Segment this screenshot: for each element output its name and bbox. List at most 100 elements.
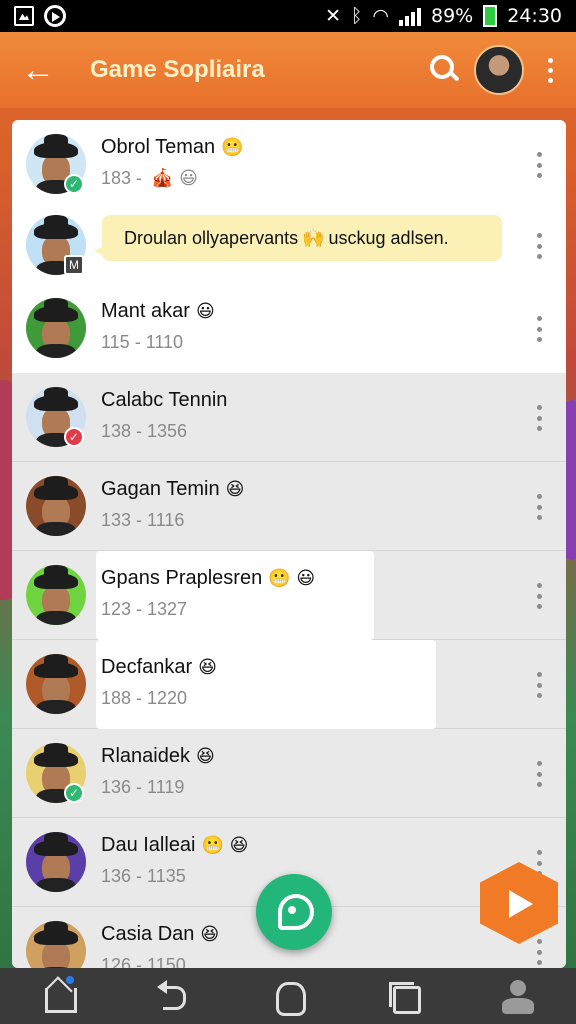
- chat-name-text: Dau Ialleai: [101, 834, 196, 856]
- check-badge-icon: ✓: [64, 427, 84, 447]
- chat-subtitle-text: 133 - 1116: [101, 510, 185, 530]
- avatar[interactable]: [26, 565, 86, 625]
- row-more-icon[interactable]: [534, 581, 544, 611]
- chat-subtitle: 126 - 1150: [101, 955, 186, 968]
- bluetooth-icon: ᛒ: [351, 5, 363, 27]
- chat-name-emoji: 😆: [200, 924, 220, 945]
- recents-icon[interactable]: [381, 974, 425, 1018]
- status-bar: ✕ ᛒ ◠ 89% 24:30: [0, 0, 576, 32]
- search-icon[interactable]: [424, 50, 464, 90]
- app-bar: ← Game Sopliaira: [0, 32, 576, 108]
- home-circle-icon[interactable]: [266, 974, 310, 1018]
- chat-subtitle: 138 - 1356: [101, 421, 187, 442]
- battery-percent: 89%: [431, 5, 474, 27]
- back-arrow-icon[interactable]: ←: [16, 48, 60, 92]
- back-icon[interactable]: [151, 974, 195, 1018]
- chat-list: ✓ Obrol Teman 😬 183 - 🎪 😃 M Droulan ollyaperv…: [12, 120, 566, 968]
- chat-name-emoji: 😬 😆: [201, 835, 249, 856]
- row-more-icon[interactable]: [534, 759, 544, 789]
- chat-row[interactable]: Mant akar 😃 115 - 1110: [12, 284, 566, 373]
- chat-subtitle-text: 126 - 1150: [101, 955, 186, 968]
- chat-name: Mant akar 😃: [101, 300, 215, 323]
- clock: 24:30: [507, 5, 562, 27]
- avatar[interactable]: [26, 654, 86, 714]
- bubble-text-tail: usckug adlsen.: [328, 227, 449, 248]
- row-more-icon[interactable]: [534, 403, 544, 433]
- notification-dot: [65, 976, 74, 984]
- chat-subtitle: 133 - 1116: [101, 510, 184, 531]
- chat-subtitle-text: 136 - 1135: [101, 866, 186, 886]
- chat-name-text: Calabc Tennin: [101, 389, 228, 411]
- row-more-icon[interactable]: [534, 937, 544, 967]
- chat-subtitle: 123 - 1327: [101, 599, 187, 620]
- row-highlight: [96, 551, 374, 640]
- row-more-icon[interactable]: [534, 150, 544, 180]
- chat-name-text: Gagan Temin: [101, 478, 220, 500]
- chat-name-emoji: 😬 😃: [268, 568, 316, 589]
- chat-name-emoji: 😆: [225, 479, 245, 500]
- chat-subtitle-text: 115 - 1110: [101, 332, 184, 352]
- profile-icon[interactable]: [496, 974, 540, 1018]
- more-vertical-icon[interactable]: [540, 50, 560, 90]
- row-more-icon[interactable]: [534, 314, 544, 344]
- chat-name-text: Obrol Teman: [101, 136, 216, 158]
- chat-name: Gagan Temin 😆: [101, 478, 244, 501]
- chat-subtitle-text: 136 - 1119: [101, 777, 185, 797]
- tag-badge-icon: M: [64, 255, 84, 275]
- chat-name: Casia Dan 😆: [101, 923, 219, 946]
- row-more-icon[interactable]: [534, 231, 544, 261]
- chat-row[interactable]: M Droulan ollyapervants 🙌 usckug adlsen.: [12, 201, 566, 290]
- chat-subtitle-text: 188 - 1220: [101, 688, 188, 708]
- chat-name: Dau Ialleai 😬 😆: [101, 834, 248, 857]
- chat-row[interactable]: Gagan Temin 😆 133 - 1116: [12, 462, 566, 551]
- chat-name-text: Gpans Praplesren: [101, 567, 263, 589]
- chat-subtitle: 136 - 1119: [101, 777, 184, 798]
- chat-name-text: Mant akar: [101, 300, 190, 322]
- chat-name-emoji: 😆: [198, 657, 217, 678]
- chat-name-text: Rlanaidek: [101, 745, 190, 767]
- chat-row[interactable]: ✓ Rlanaidek 😆 136 - 1119: [12, 729, 566, 818]
- system-nav-bar: [0, 968, 576, 1024]
- chat-name-emoji: 😃: [195, 301, 215, 322]
- chat-name-text: Decfankar: [101, 656, 193, 678]
- avatar[interactable]: [26, 921, 86, 968]
- bubble-emoji: 🙌: [302, 227, 325, 249]
- chat-subtitle: 136 - 1135: [101, 866, 186, 887]
- chat-subtitle: 183 - 🎪 😃: [101, 168, 198, 189]
- chat-subtitle: 188 - 1220: [101, 688, 187, 709]
- chat-subtitle-text: 123 - 1327: [101, 599, 188, 619]
- row-more-icon[interactable]: [534, 492, 544, 522]
- row-highlight: [96, 640, 436, 729]
- chat-name-emoji: 😬: [221, 137, 244, 158]
- chat-name: Calabc Tennin: [101, 389, 227, 412]
- wifi-icon: ◠: [372, 5, 389, 27]
- chat-name-text: Casia Dan: [101, 923, 195, 945]
- chat-name: Decfankar 😆: [101, 656, 217, 679]
- avatar[interactable]: [26, 476, 86, 536]
- avatar[interactable]: [26, 832, 86, 892]
- chat-name-emoji: 😆: [195, 746, 215, 767]
- check-badge-icon: ✓: [64, 783, 84, 803]
- message-bubble[interactable]: Droulan ollyapervants 🙌 usckug adlsen.: [94, 215, 502, 261]
- chat-name: Obrol Teman 😬: [101, 136, 244, 159]
- new-chat-fab[interactable]: [256, 874, 332, 950]
- mute-icon: ✕: [325, 5, 341, 27]
- chat-name: Gpans Praplesren 😬 😃: [101, 567, 315, 590]
- profile-avatar[interactable]: [474, 45, 524, 95]
- row-more-icon[interactable]: [534, 670, 544, 700]
- chat-subtitle: 115 - 1110: [101, 332, 183, 353]
- home-icon[interactable]: [36, 974, 80, 1018]
- bubble-text: Droulan ollyapervants: [124, 227, 299, 248]
- avatar[interactable]: [26, 298, 86, 358]
- chat-row[interactable]: ✓ Calabc Tennin 138 - 1356: [12, 373, 566, 462]
- media-notification-icon: [44, 5, 66, 27]
- chat-row[interactable]: Gpans Praplesren 😬 😃 123 - 1327: [12, 551, 566, 640]
- chat-subtitle-text: 138 - 1356: [101, 421, 188, 441]
- chat-subtitle-text: 183 -: [101, 168, 148, 188]
- signal-icon: [399, 6, 421, 26]
- battery-icon: [483, 5, 498, 27]
- chat-subtitle-emoji: 🎪 😃: [151, 168, 198, 189]
- chat-row[interactable]: ✓ Obrol Teman 😬 183 - 🎪 😃: [12, 120, 566, 209]
- chat-row[interactable]: Decfankar 😆 188 - 1220: [12, 640, 566, 729]
- chat-name: Rlanaidek 😆: [101, 745, 215, 768]
